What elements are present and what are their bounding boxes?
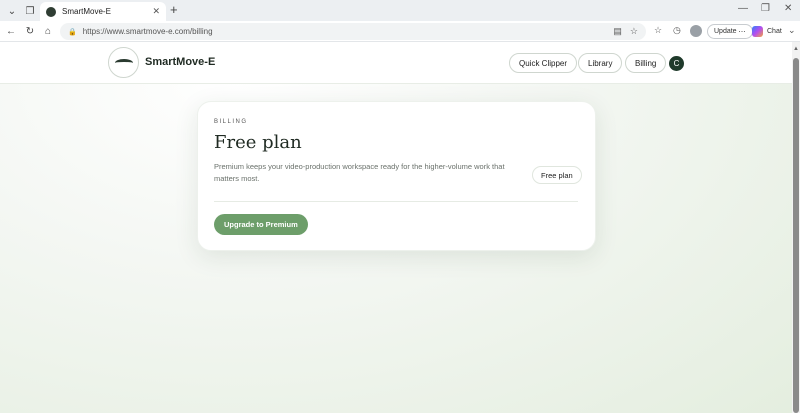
sidebar-chevron-icon[interactable]: ⌄ bbox=[788, 25, 796, 36]
brand-logo[interactable] bbox=[108, 47, 139, 78]
section-eyebrow: BILLING bbox=[214, 119, 248, 125]
upgrade-button[interactable]: Upgrade to Premium bbox=[214, 214, 308, 235]
scroll-up-icon[interactable]: ▲ bbox=[793, 46, 799, 52]
site-header: SmartMove-E Quick Clipper Library Billin… bbox=[0, 42, 792, 84]
plan-title: Free plan bbox=[214, 132, 302, 153]
favorites-icon[interactable]: ☆ bbox=[654, 25, 662, 36]
tab-close-icon[interactable]: ✕ bbox=[152, 6, 160, 17]
chat-button[interactable]: Chat bbox=[752, 24, 782, 39]
browser-tab-bar: ⌄ ❐ SmartMove-E ✕ + — ❐ ✕ bbox=[0, 0, 800, 21]
url-text: https://www.smartmove-e.com/billing bbox=[82, 27, 213, 36]
tab-list-chevron-icon[interactable]: ⌄ bbox=[4, 3, 20, 19]
lock-icon: 🔒 bbox=[68, 28, 77, 36]
card-divider bbox=[214, 201, 578, 202]
logo-mark-icon bbox=[114, 58, 133, 67]
chat-label: Chat bbox=[767, 28, 782, 35]
nav-quick-clipper[interactable]: Quick Clipper bbox=[509, 53, 578, 73]
address-bar[interactable]: 🔒 https://www.smartmove-e.com/billing ▤ … bbox=[60, 23, 646, 40]
nav-library[interactable]: Library bbox=[578, 53, 623, 73]
tab-title: SmartMove-E bbox=[62, 7, 111, 16]
plan-description: Premium keeps your video-production work… bbox=[214, 162, 505, 183]
history-icon[interactable]: ◷ bbox=[673, 25, 681, 36]
reader-view-icon[interactable]: ▤ bbox=[613, 26, 622, 37]
new-tab-plus-icon[interactable]: + bbox=[170, 3, 178, 17]
minimize-icon[interactable]: — bbox=[738, 3, 748, 14]
billing-card: BILLING Free plan Premium keeps your vid… bbox=[197, 101, 596, 251]
update-label: Update bbox=[714, 28, 737, 35]
back-arrow-icon[interactable]: ← bbox=[4, 24, 18, 38]
site-favicon-icon bbox=[46, 6, 56, 17]
refresh-icon[interactable]: ↻ bbox=[23, 24, 37, 38]
workspaces-icon[interactable]: ❐ bbox=[22, 3, 38, 19]
brand-name[interactable]: SmartMove-E bbox=[145, 56, 215, 68]
page-viewport: SmartMove-E Quick Clipper Library Billin… bbox=[0, 42, 792, 413]
window-close-icon[interactable]: ✕ bbox=[784, 3, 792, 14]
update-button[interactable]: Update ⋯ bbox=[707, 24, 753, 39]
browser-tab[interactable]: SmartMove-E ✕ bbox=[40, 2, 166, 21]
page-scrollbar[interactable]: ▲ bbox=[792, 42, 800, 413]
browser-toolbar: ← ↻ ⌂ 🔒 https://www.smartmove-e.com/bill… bbox=[0, 21, 800, 42]
copilot-icon bbox=[752, 26, 763, 37]
current-plan-badge: Free plan bbox=[532, 166, 582, 184]
nav-billing[interactable]: Billing bbox=[625, 53, 667, 73]
favorite-star-icon[interactable]: ☆ bbox=[630, 26, 638, 37]
home-icon[interactable]: ⌂ bbox=[41, 24, 55, 38]
profile-avatar-icon[interactable] bbox=[690, 25, 702, 37]
user-avatar[interactable]: C bbox=[669, 56, 684, 71]
restore-icon[interactable]: ❐ bbox=[761, 3, 770, 14]
scrollbar-thumb[interactable] bbox=[793, 58, 799, 413]
